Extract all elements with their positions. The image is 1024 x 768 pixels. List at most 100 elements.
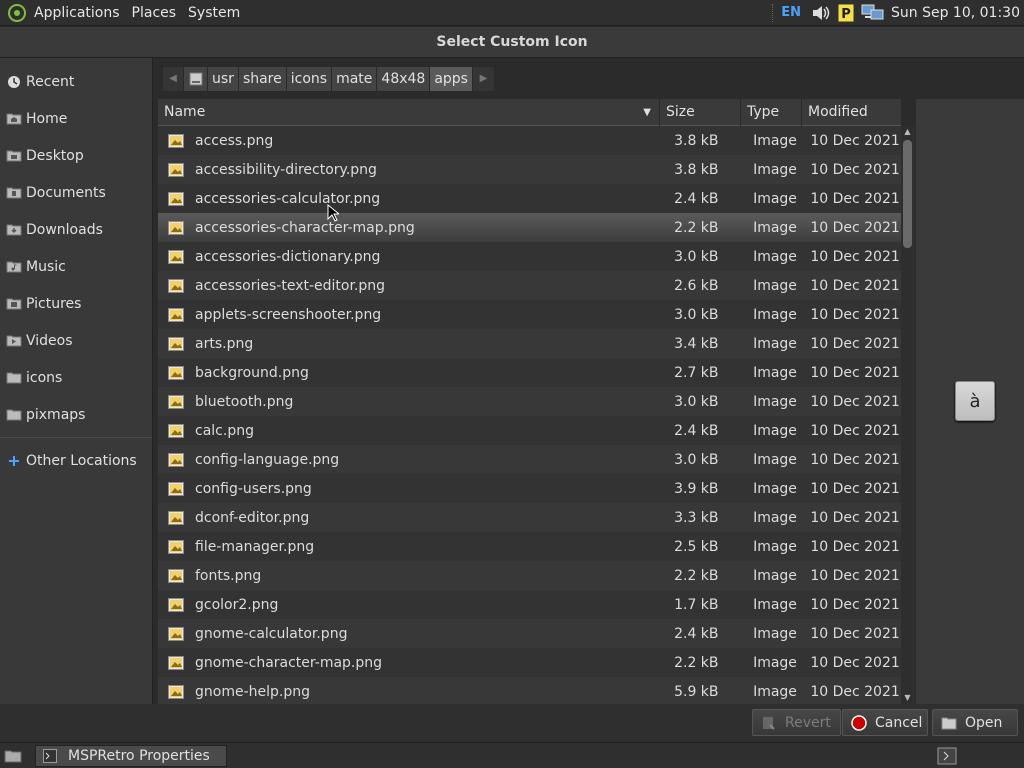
path-crumb-mate[interactable]: mate xyxy=(332,65,378,92)
image-file-icon xyxy=(168,510,184,525)
cancel-button[interactable]: Cancel xyxy=(842,709,928,736)
file-name: arts.png xyxy=(195,335,254,352)
drive-icon xyxy=(189,72,202,85)
file-modified: 10 Dec 2021 xyxy=(810,538,900,555)
file-modified: 10 Dec 2021 xyxy=(810,422,900,439)
sidebar-item-downloads[interactable]: Downloads xyxy=(0,211,152,248)
show-desktop-icon[interactable] xyxy=(2,746,24,766)
network-icon[interactable] xyxy=(861,2,885,24)
open-button[interactable]: Open xyxy=(932,709,1018,736)
sidebar-item-videos[interactable]: Videos xyxy=(0,322,152,359)
file-type: Image xyxy=(753,219,797,236)
table-row[interactable]: fonts.png 2.2 kB Image 10 Dec 2021 xyxy=(158,561,901,590)
table-row[interactable]: accessories-dictionary.png 3.0 kB Image 10 … xyxy=(158,242,901,271)
file-name: accessories-text-editor.png xyxy=(195,277,386,294)
file-type: Image xyxy=(753,451,797,468)
image-file-icon xyxy=(168,655,184,670)
volume-icon[interactable] xyxy=(811,2,831,24)
file-type: Image xyxy=(753,596,797,613)
places-menu[interactable]: Places xyxy=(126,5,183,21)
file-type: Image xyxy=(753,393,797,410)
column-header-type[interactable]: Type xyxy=(741,98,802,126)
path-crumb-usr[interactable]: usr xyxy=(208,65,239,92)
mate-logo-icon[interactable] xyxy=(6,2,28,24)
column-header-size[interactable]: Size xyxy=(660,98,741,126)
sidebar-item-recent[interactable]: Recent xyxy=(0,63,152,100)
file-type: Image xyxy=(753,683,797,700)
svg-text:P: P xyxy=(841,7,851,22)
table-row[interactable]: config-users.png 3.9 kB Image 10 Dec 2021 xyxy=(158,474,901,503)
table-row[interactable]: arts.png 3.4 kB Image 10 Dec 2021 xyxy=(158,329,901,358)
path-root-button[interactable] xyxy=(184,65,208,92)
image-file-icon xyxy=(168,191,184,206)
path-scroll-right-icon[interactable]: ▶ xyxy=(472,65,495,92)
table-row[interactable]: gnome-help.png 5.9 kB Image 10 Dec 2021 xyxy=(158,677,901,706)
file-type: Image xyxy=(753,509,797,526)
image-file-icon xyxy=(168,568,184,583)
system-menu[interactable]: System xyxy=(182,5,246,21)
file-list-scrollbar[interactable]: ▲ ▼ xyxy=(901,126,915,704)
sidebar-item-icons[interactable]: icons xyxy=(0,359,152,396)
workspace-switcher-icon[interactable] xyxy=(936,746,958,766)
file-modified: 10 Dec 2021 xyxy=(810,509,900,526)
scroll-down-icon[interactable]: ▼ xyxy=(903,694,912,702)
scrollbar-thumb[interactable] xyxy=(903,140,912,248)
table-row[interactable]: accessories-character-map.png 2.2 kB Image… xyxy=(158,213,901,242)
sidebar-item-label: Recent xyxy=(26,73,75,90)
table-row[interactable]: config-language.png 3.0 kB Image 10 Dec 202… xyxy=(158,445,901,474)
tray-separator xyxy=(772,3,774,22)
file-modified: 10 Dec 2021 xyxy=(810,393,900,410)
preview-character-button[interactable]: à xyxy=(955,381,995,421)
column-header-name[interactable]: Name ▼ xyxy=(158,98,660,126)
revert-button[interactable]: Revert xyxy=(752,709,841,736)
sidebar-item-desktop[interactable]: Desktop xyxy=(0,137,152,174)
table-row[interactable]: accessories-calculator.png 2.4 kB Image 10 … xyxy=(158,184,901,213)
file-modified: 10 Dec 2021 xyxy=(810,567,900,584)
table-row[interactable]: calc.png 2.4 kB Image 10 Dec 2021 xyxy=(158,416,901,445)
file-name: accessibility-directory.png xyxy=(195,161,377,178)
table-row[interactable]: gnome-calculator.png 2.4 kB Image 10 Dec 20… xyxy=(158,619,901,648)
table-row[interactable]: accessibility-directory.png 3.8 kB Image 10… xyxy=(158,155,901,184)
recent-icon xyxy=(6,75,22,89)
table-row[interactable]: bluetooth.png 3.0 kB Image 10 Dec 2021 xyxy=(158,387,901,416)
path-crumb-share[interactable]: share xyxy=(238,65,287,92)
parking-icon[interactable]: P xyxy=(837,2,855,24)
applications-menu[interactable]: Applications xyxy=(28,5,126,21)
plus-icon xyxy=(6,454,22,468)
table-row[interactable]: accessories-text-editor.png 2.6 kB Image 10… xyxy=(158,271,901,300)
taskbar-window-button[interactable]: MSPRetro Properties xyxy=(35,745,227,767)
image-file-icon xyxy=(168,481,184,496)
path-crumb-icons[interactable]: icons xyxy=(286,65,333,92)
sidebar-item-home[interactable]: Home xyxy=(0,100,152,137)
path-crumb-48x48[interactable]: 48x48 xyxy=(377,65,431,92)
cancel-button-label: Cancel xyxy=(875,714,923,731)
file-name: gnome-character-map.png xyxy=(195,654,383,671)
sidebar-item-label: Documents xyxy=(26,184,106,201)
file-modified: 10 Dec 2021 xyxy=(810,654,900,671)
table-row[interactable]: gnome-character-map.png 2.2 kB Image 10 Dec… xyxy=(158,648,901,677)
path-scroll-left-icon[interactable]: ◀ xyxy=(162,65,184,92)
desktop-folder-icon xyxy=(6,149,22,163)
table-row[interactable]: file-manager.png 2.5 kB Image 10 Dec 2021 xyxy=(158,532,901,561)
keyboard-layout-indicator[interactable]: EN xyxy=(781,5,801,20)
table-row[interactable]: background.png 2.7 kB Image 10 Dec 2021 xyxy=(158,358,901,387)
file-name: file-manager.png xyxy=(195,538,315,555)
table-row[interactable]: dconf-editor.png 3.3 kB Image 10 Dec 2021 xyxy=(158,503,901,532)
column-header-modified[interactable]: Modified xyxy=(802,99,901,126)
sidebar-item-label: Desktop xyxy=(26,147,84,164)
sidebar-item-documents[interactable]: Documents xyxy=(0,174,152,211)
file-modified: 10 Dec 2021 xyxy=(810,683,900,700)
sidebar-item-music[interactable]: Music xyxy=(0,248,152,285)
table-row[interactable]: applets-screenshooter.png 3.0 kB Image 10 D… xyxy=(158,300,901,329)
sidebar-item-other-locations[interactable]: Other Locations xyxy=(0,442,152,479)
sidebar-item-pixmaps[interactable]: pixmaps xyxy=(0,396,152,433)
path-crumb-apps[interactable]: apps xyxy=(430,65,473,92)
table-row[interactable]: gcolor2.png 1.7 kB Image 10 Dec 2021 xyxy=(158,590,901,619)
file-modified: 10 Dec 2021 xyxy=(810,625,900,642)
videos-folder-icon xyxy=(6,334,22,348)
image-file-icon xyxy=(168,684,184,699)
clock[interactable]: Sun Sep 10, 01:30 xyxy=(891,5,1020,21)
sidebar-item-pictures[interactable]: Pictures xyxy=(0,285,152,322)
scroll-up-icon[interactable]: ▲ xyxy=(903,128,912,136)
table-row[interactable]: access.png 3.8 kB Image 10 Dec 2021 xyxy=(158,126,901,155)
